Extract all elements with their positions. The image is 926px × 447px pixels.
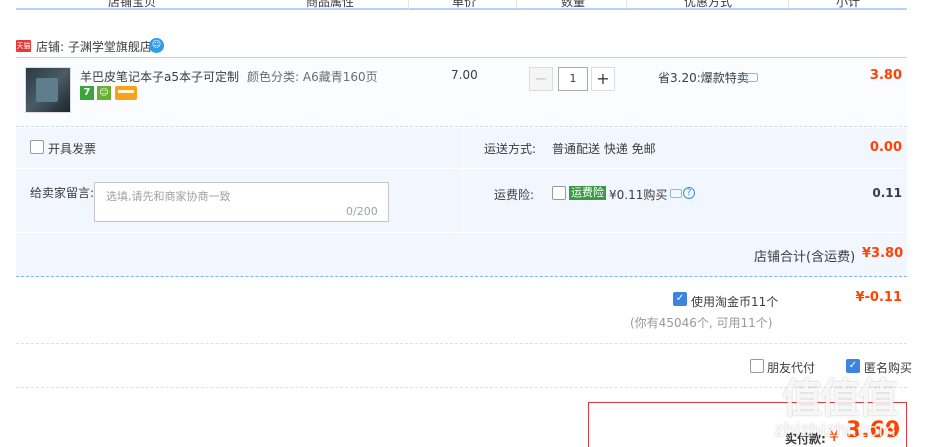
col-quantity: 数量 (561, 0, 586, 9)
divider (462, 128, 463, 232)
invoice-label: 开具发票 (48, 142, 97, 156)
wangwang-icon[interactable]: ☺ (149, 38, 164, 53)
quantity-increase-button[interactable]: + (591, 67, 615, 91)
comment-icon[interactable] (670, 189, 682, 198)
item-subtotal: 3.80 (869, 68, 902, 83)
col-sep (788, 0, 789, 9)
discount-method: 省3.20:爆款特卖 (658, 71, 749, 85)
friend-pay-checkbox[interactable] (750, 359, 764, 373)
seller-message-placeholder: 选填,请先和商家协商一致 (106, 190, 231, 203)
col-sep (626, 0, 627, 9)
product-thumbnail[interactable] (25, 67, 71, 113)
guarantee-icon: ☺ (97, 86, 111, 100)
invoice-checkbox[interactable] (30, 140, 44, 154)
taobao-coin-discount: ¥-0.11 (855, 290, 902, 305)
taobao-coin-checkbox[interactable]: ✓ (673, 292, 687, 306)
credit-card-icon (115, 86, 137, 100)
shipping-insurance-checkbox[interactable] (552, 186, 566, 200)
help-icon[interactable]: ? (683, 187, 695, 199)
quantity-decrease-button[interactable]: − (529, 67, 553, 91)
watermark-url: zhizhizhi.com (774, 420, 896, 441)
shop-total-label: 店铺合计(含运费) (754, 250, 856, 265)
shop-total-value: ¥3.80 (862, 246, 904, 261)
shipping-insurance-price: 0.11 (872, 186, 902, 200)
seller-message-counter: 0/200 (346, 205, 378, 218)
shipping-method-value: 普通配送 快递 免邮 (552, 142, 656, 156)
quantity-input[interactable]: 1 (558, 67, 588, 91)
seven-day-return-icon: 7 (80, 86, 94, 100)
shipping-price: 0.00 (869, 140, 902, 155)
col-price: 单价 (452, 0, 477, 9)
unit-price: 7.00 (451, 68, 478, 82)
shipping-insurance-buy: ¥0.11购买 (609, 188, 668, 202)
shipping-insurance-tag: 运费险 (569, 186, 606, 200)
divider (16, 387, 907, 388)
col-shop-items: 店铺宝贝 (108, 0, 157, 9)
col-attributes: 商品属性 (306, 0, 355, 9)
shop-name-link[interactable]: 店铺: 子渊学堂旗舰店 (36, 38, 152, 55)
taobao-coin-note: (你有45046个, 可用11个) (630, 316, 773, 330)
col-sep (408, 0, 409, 9)
divider (16, 343, 907, 344)
seller-message-label: 给卖家留言: (30, 186, 95, 200)
watermark-logo: 值值值 (782, 376, 898, 422)
product-sku: 颜色分类: A6藏青160页 (247, 70, 378, 84)
column-header: 店铺宝贝 商品属性 单价 数量 优惠方式 小计 (16, 0, 907, 10)
col-sep (516, 0, 517, 9)
shipping-method-label: 运送方式: (484, 142, 537, 156)
product-title-link[interactable]: 羊巴皮笔记本子a5本子可定制... (80, 68, 240, 85)
col-discount: 优惠方式 (684, 0, 733, 9)
tmall-badge-icon: 天猫 (16, 40, 31, 52)
shipping-insurance-label: 运费险: (494, 188, 535, 202)
taobao-coin-label: 使用淘金币11个 (691, 295, 779, 309)
col-subtotal: 小计 (836, 0, 861, 9)
comment-icon[interactable] (746, 73, 758, 82)
